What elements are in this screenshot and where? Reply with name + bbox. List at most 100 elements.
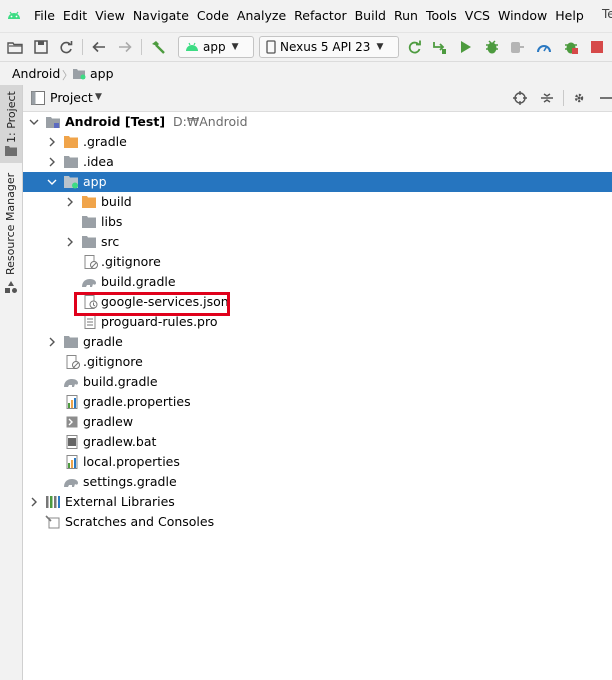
chevron-right-icon[interactable] [28, 495, 40, 509]
menu-run[interactable]: Run [394, 8, 418, 23]
resource-manager-tab-label: Resource Manager [4, 172, 17, 275]
phone-icon [266, 40, 276, 54]
menu-view[interactable]: View [95, 8, 125, 23]
tree-item-gradle-properties[interactable]: gradle.properties [23, 392, 612, 412]
folder-orange-icon [64, 136, 78, 148]
gradle-elephant-icon [82, 279, 96, 287]
project-view-selector[interactable]: Project [50, 90, 93, 105]
tree-item-settings-gradle[interactable]: settings.gradle [23, 472, 612, 492]
chevron-down-icon[interactable] [46, 175, 58, 189]
resource-manager-tool-tab[interactable]: Resource Manager [0, 171, 22, 301]
attach-debugger-icon[interactable] [507, 37, 527, 57]
chevron-down-icon: ▼ [376, 42, 384, 52]
tree-item-label: settings.gradle [83, 474, 177, 489]
device-dropdown[interactable]: Nexus 5 API 23 ▼ [259, 36, 399, 58]
menu-refactor[interactable]: Refactor [294, 8, 346, 23]
chevron-down-icon: ▼ [231, 42, 239, 52]
tree-item-label: build [101, 194, 132, 209]
apply-changes-restart-icon[interactable] [405, 37, 425, 57]
debug-bug-icon[interactable] [482, 37, 502, 57]
run-app-icon[interactable] [456, 37, 476, 57]
debug-with-coverage-icon[interactable] [561, 37, 581, 57]
tree-item-root-gitignore[interactable]: .gitignore [23, 352, 612, 372]
menu-analyze[interactable]: Analyze [237, 8, 286, 23]
back-arrow-icon[interactable] [89, 37, 109, 57]
collapse-all-icon[interactable] [538, 89, 556, 107]
module-folder-icon [73, 69, 86, 80]
menu-code[interactable]: Code [197, 8, 229, 23]
tree-item-label: .gitignore [83, 354, 143, 369]
tree-item-gradle[interactable]: gradle [23, 332, 612, 352]
save-icon[interactable] [31, 37, 51, 57]
menu-tools[interactable]: Tools [426, 8, 457, 23]
chevron-right-icon[interactable] [46, 135, 58, 149]
tree-item-label: .gradle [83, 134, 127, 149]
tree-item-gradle-cache[interactable]: .gradle [23, 132, 612, 152]
tree-item-libs[interactable]: libs [23, 212, 612, 232]
locate-target-icon[interactable] [511, 89, 529, 107]
menu-file[interactable]: File [34, 8, 55, 23]
main-toolbar: app ▼ Nexus 5 API 23 ▼ [0, 32, 612, 61]
chevron-down-icon[interactable] [28, 115, 40, 129]
folder-icon [82, 216, 96, 228]
tree-item-scratches[interactable]: Scratches and Consoles [23, 512, 612, 532]
hide-panel-minus-icon[interactable] [597, 89, 612, 107]
tree-item-gradlew-bat[interactable]: gradlew.bat [23, 432, 612, 452]
tree-item-root-build-gradle[interactable]: build.gradle [23, 372, 612, 392]
android-module-icon [186, 42, 198, 51]
tree-item-src[interactable]: src [23, 232, 612, 252]
tree-item-label: local.properties [83, 454, 180, 469]
menu-help[interactable]: Help [555, 8, 584, 23]
open-folder-icon[interactable] [5, 37, 25, 57]
tree-item-idea[interactable]: .idea [23, 152, 612, 172]
tree-item-gradlew[interactable]: gradlew [23, 412, 612, 432]
menu-vcs[interactable]: VCS [465, 8, 490, 23]
sync-icon[interactable] [56, 37, 76, 57]
project-tab-label: 1: Project [5, 91, 18, 143]
menu-edit[interactable]: Edit [63, 8, 87, 23]
highlight-annotation-box [74, 292, 230, 316]
menu-window[interactable]: Window [498, 8, 547, 23]
batch-file-icon [66, 435, 78, 449]
menu-navigate[interactable]: Navigate [133, 8, 189, 23]
gradle-elephant-icon [64, 479, 78, 487]
project-root-path: D:₩Android [173, 114, 248, 129]
tree-item-external-libraries[interactable]: External Libraries [23, 492, 612, 512]
project-folder-icon [46, 117, 60, 128]
chevron-down-icon[interactable]: ▼ [95, 92, 102, 102]
chevron-right-icon[interactable] [64, 195, 76, 209]
folder-icon [5, 146, 17, 156]
chevron-right-icon[interactable] [46, 155, 58, 169]
scratches-icon [45, 515, 60, 529]
forward-arrow-icon[interactable] [115, 37, 135, 57]
tree-item-root[interactable]: Android [Test] D:₩Android [23, 112, 612, 132]
apply-code-changes-icon[interactable] [429, 37, 449, 57]
folder-icon [64, 156, 78, 168]
ignore-file-icon [66, 355, 80, 369]
folder-icon [64, 336, 78, 348]
chevron-right-icon[interactable] [64, 235, 76, 249]
menu-build[interactable]: Build [355, 8, 386, 23]
chevron-right-icon[interactable] [46, 335, 58, 349]
text-file-icon [84, 315, 96, 329]
tree-item-local-properties[interactable]: local.properties [23, 452, 612, 472]
tree-item-label: .gitignore [101, 254, 161, 269]
project-root-name: Android [Test] [65, 114, 166, 129]
run-config-label: app [203, 40, 226, 54]
tree-item-app-gitignore[interactable]: .gitignore [23, 252, 612, 272]
breadcrumb-root[interactable]: Android [12, 66, 60, 81]
tree-item-app[interactable]: app [23, 172, 612, 192]
tree-item-app-build-gradle[interactable]: build.gradle [23, 272, 612, 292]
breadcrumb-module[interactable]: app [90, 66, 114, 81]
stop-icon[interactable] [587, 37, 607, 57]
project-tool-tab[interactable]: 1: Project [0, 85, 22, 163]
tree-item-label: src [101, 234, 120, 249]
gear-icon[interactable] [570, 89, 588, 107]
tree-item-build[interactable]: build [23, 192, 612, 212]
make-project-hammer-icon[interactable] [148, 37, 168, 57]
profiler-gauge-icon[interactable] [534, 37, 554, 57]
run-config-dropdown[interactable]: app ▼ [178, 36, 254, 58]
tool-window-stripe: 1: Project Resource Manager [0, 85, 23, 680]
tree-item-label: build.gradle [83, 374, 158, 389]
tree-item-label: gradlew.bat [83, 434, 157, 449]
